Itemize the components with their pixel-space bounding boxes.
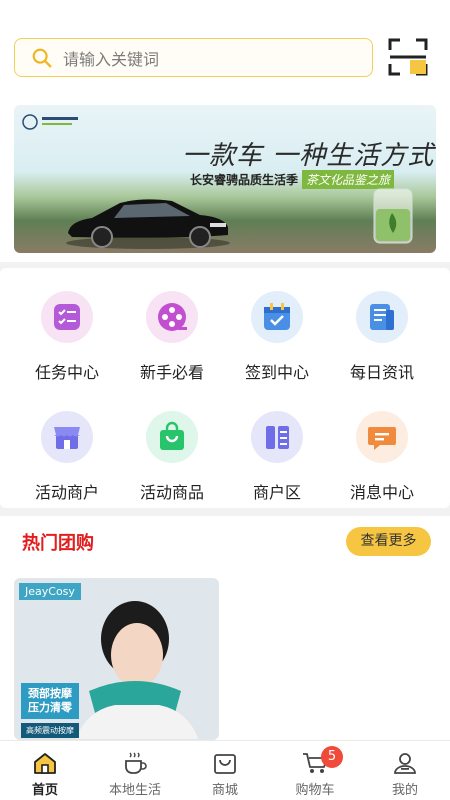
grid-item-merchant-zone[interactable]: 商户区 xyxy=(232,411,322,503)
grid-item-daily-news[interactable]: 每日资讯 xyxy=(337,291,427,383)
grid-item-label: 活动商品 xyxy=(139,483,204,502)
grid-item-label: 新手必看 xyxy=(139,363,204,382)
shopping-bag-icon xyxy=(160,421,184,450)
tab-label: 购物车 xyxy=(295,783,335,798)
hot-group-buy-section: 热门团购 查看更多 JeayCosy 颈部按摩压力清零 高频震动按摩 xyxy=(0,516,450,740)
banner-section: 一款车 一种生活方式 长安睿骋品质生活季 茶文化品鉴之旅 xyxy=(0,92,450,262)
bottom-tab-bar: 首页 本地生活 商城 5 购物车 我的 xyxy=(0,740,450,800)
grid-item-task-center[interactable]: 任务中心 xyxy=(22,291,112,383)
tab-label: 本地生活 xyxy=(108,783,161,798)
product-promo: 颈部按摩压力清零 xyxy=(21,683,79,719)
tab-label: 我的 xyxy=(391,783,418,798)
grid-item-label: 每日资讯 xyxy=(349,363,414,382)
tab-home[interactable]: 首页 xyxy=(0,741,90,800)
banner-carousel[interactable]: 一款车 一种生活方式 长安睿骋品质生活季 茶文化品鉴之旅 xyxy=(14,105,436,253)
grid-item-label: 消息中心 xyxy=(349,483,414,502)
grid-item-active-merchants[interactable]: 活动商户 xyxy=(22,411,112,503)
grid-item-label: 活动商户 xyxy=(34,483,99,502)
section-title: 热门团购 xyxy=(22,533,94,554)
search-bar[interactable]: 请输入关键词 xyxy=(14,38,373,77)
scan-icon[interactable] xyxy=(388,38,428,76)
grid-item-active-products[interactable]: 活动商品 xyxy=(127,411,217,503)
tab-mall[interactable]: 商城 xyxy=(180,741,270,800)
feature-grid: 任务中心 新手必看 签到中心 每日资讯 活动商户 活动商品 商户区 消息中心 xyxy=(0,268,450,508)
news-icon xyxy=(370,304,394,330)
product-promo-sub: 高频震动按摩 xyxy=(21,723,79,738)
film-reel-icon xyxy=(158,303,187,331)
coffee-cup-icon xyxy=(125,752,147,774)
shop-icon xyxy=(54,427,80,449)
tab-label: 首页 xyxy=(31,783,58,798)
product-brand: JeayCosy xyxy=(19,583,81,600)
cart-badge: 5 xyxy=(321,746,343,768)
search-placeholder: 请输入关键词 xyxy=(63,49,160,69)
brand-logo xyxy=(22,113,82,133)
view-more-button[interactable]: 查看更多 xyxy=(346,527,431,556)
user-icon xyxy=(394,753,416,774)
tab-label: 商城 xyxy=(211,783,238,798)
grid-item-newbie-guide[interactable]: 新手必看 xyxy=(127,291,217,383)
tab-mine[interactable]: 我的 xyxy=(360,741,450,800)
grid-item-label: 任务中心 xyxy=(34,363,99,382)
home-icon xyxy=(34,753,56,774)
banner-subline: 长安睿骋品质生活季 xyxy=(190,173,299,187)
header: 请输入关键词 xyxy=(0,0,450,92)
task-list-icon xyxy=(54,304,80,330)
search-icon xyxy=(32,48,52,67)
message-icon xyxy=(368,427,396,450)
tab-local-life[interactable]: 本地生活 xyxy=(90,741,180,800)
grid-item-message-center[interactable]: 消息中心 xyxy=(337,411,427,503)
tab-cart[interactable]: 5 购物车 xyxy=(270,741,360,800)
calendar-check-icon xyxy=(264,303,290,330)
bag-icon xyxy=(214,754,236,774)
product-card[interactable]: JeayCosy 颈部按摩压力清零 高频震动按摩 xyxy=(14,578,219,740)
tea-glass-image xyxy=(373,188,413,244)
grid-item-label: 签到中心 xyxy=(244,363,309,382)
columns-icon xyxy=(266,426,289,449)
grid-item-checkin-center[interactable]: 签到中心 xyxy=(232,291,322,383)
banner-headline: 一款车 一种生活方式 xyxy=(182,141,435,171)
grid-item-label: 商户区 xyxy=(252,483,301,502)
car-image xyxy=(66,199,230,249)
